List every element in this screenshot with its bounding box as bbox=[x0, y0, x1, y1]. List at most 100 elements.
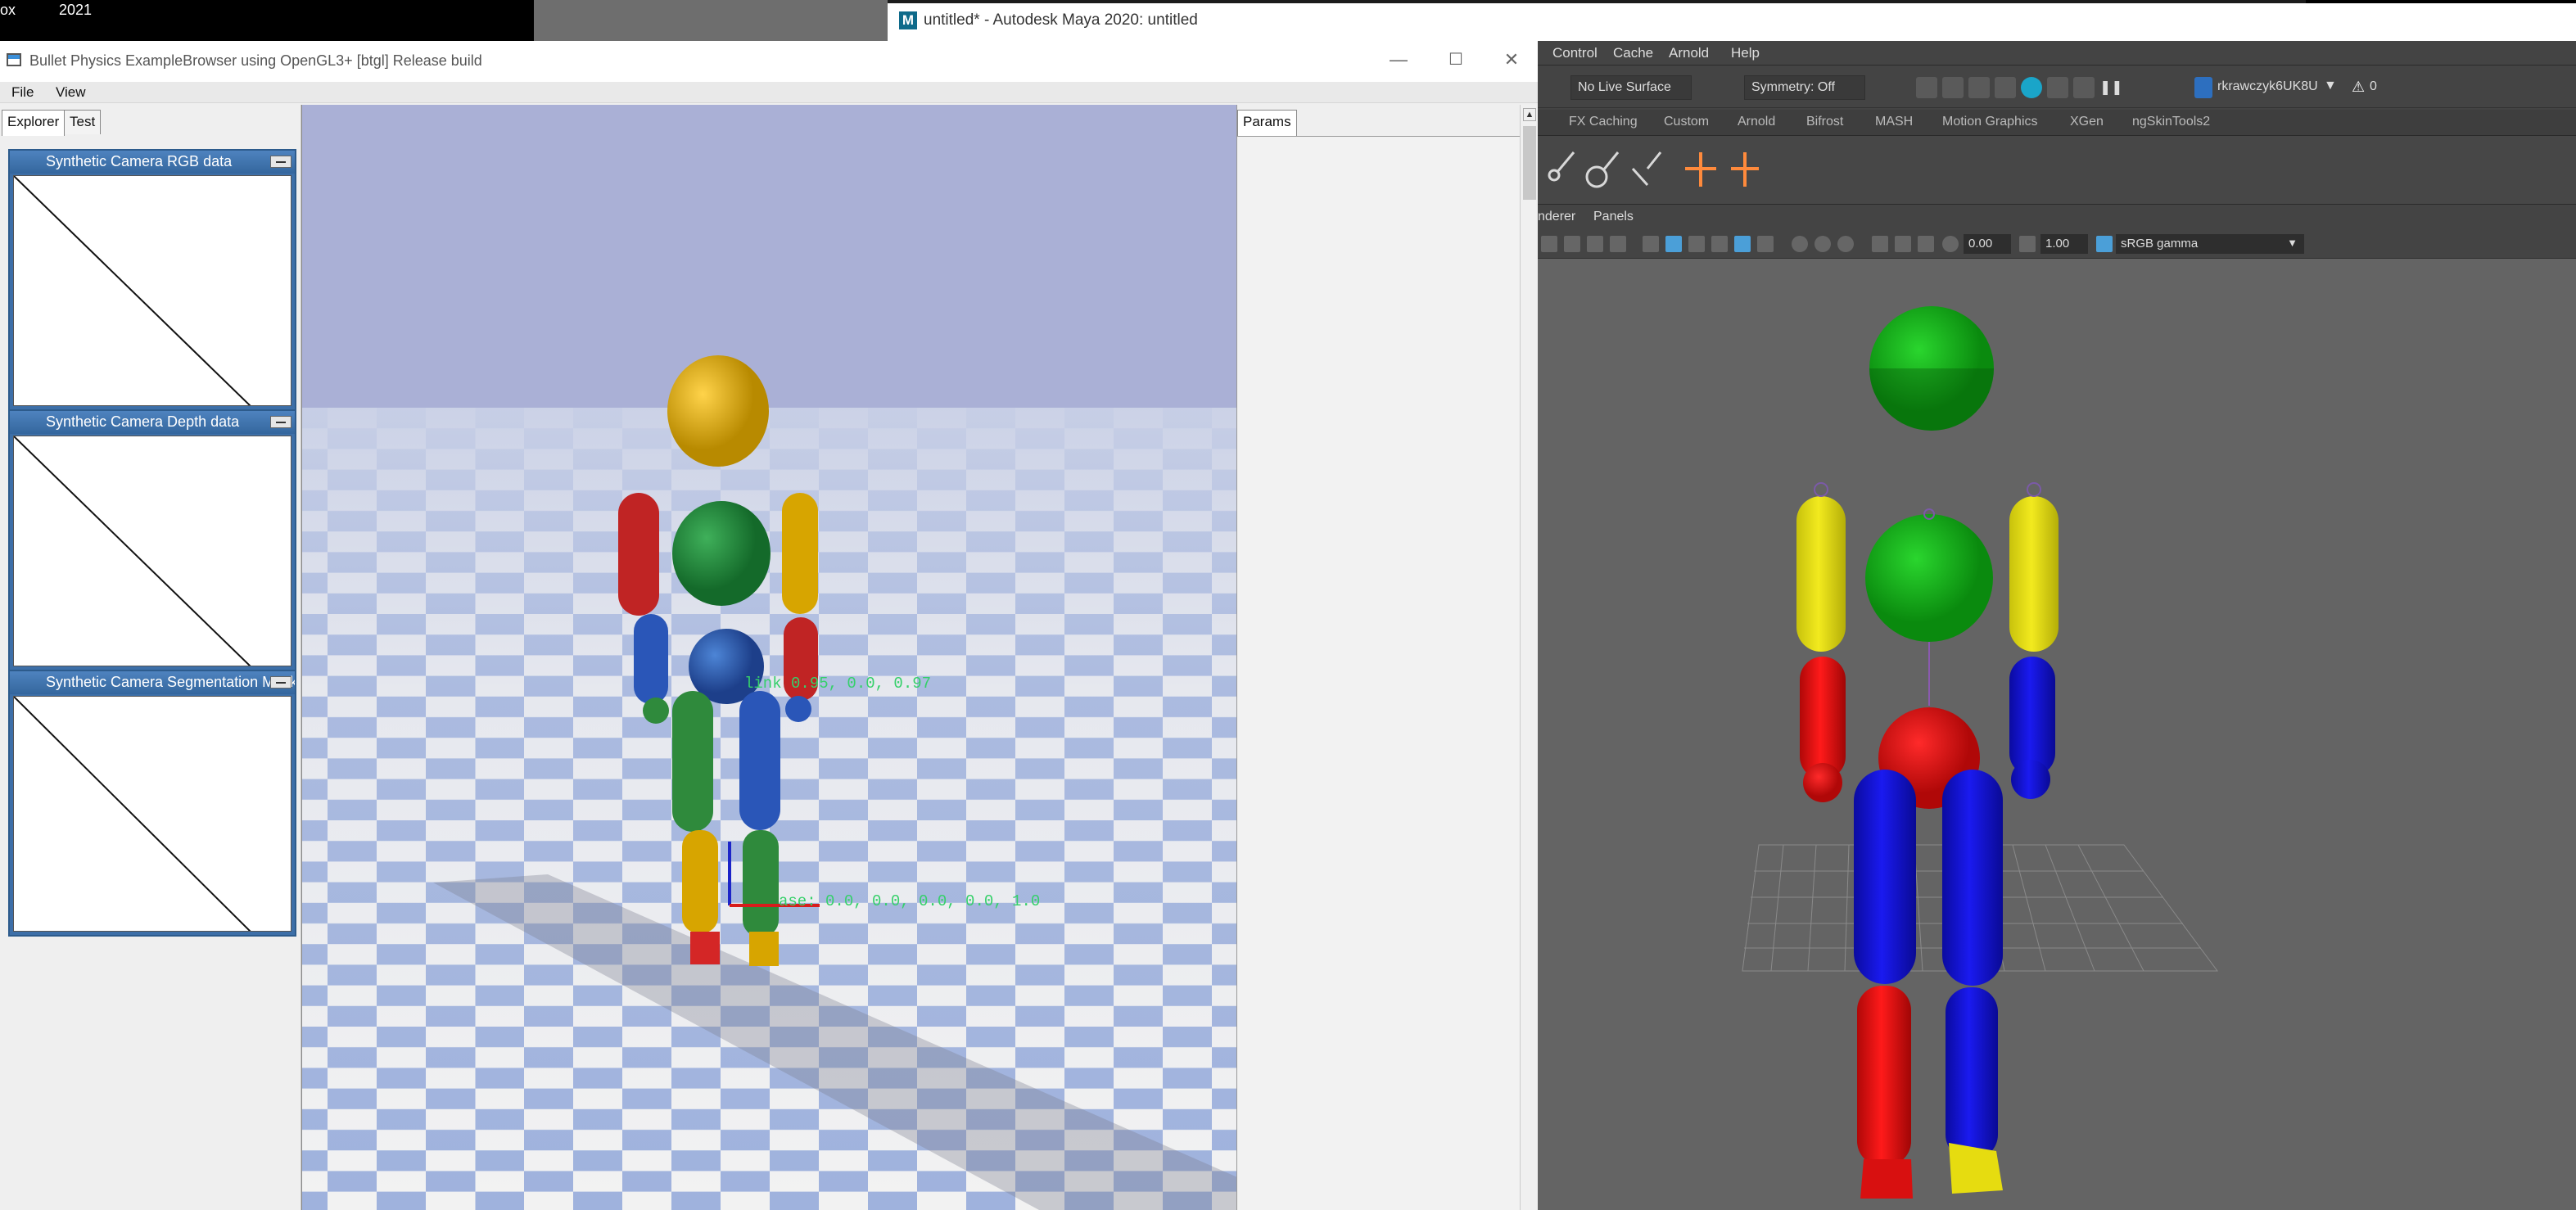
maya-logo-icon: M bbox=[899, 11, 917, 29]
exposure-icon[interactable] bbox=[1942, 236, 1959, 252]
camera-segmentation-view bbox=[13, 696, 291, 932]
minimize-panel-icon[interactable] bbox=[270, 676, 291, 689]
camera-depth-panel: Synthetic Camera Depth data bbox=[8, 409, 296, 671]
menu-help[interactable]: Help bbox=[1731, 45, 1760, 61]
camera-rgb-panel: Synthetic Camera RGB data bbox=[8, 149, 296, 411]
camera-rgb-label: Synthetic Camera RGB data bbox=[46, 153, 233, 169]
link-coordinate-label: link 0.95, 0.0, 0.97 bbox=[744, 675, 932, 693]
empty-image-placeholder bbox=[14, 436, 251, 666]
film-gate-icon[interactable] bbox=[1610, 236, 1626, 252]
vertical-scrollbar[interactable]: ▲ bbox=[1520, 105, 1538, 1210]
color-space-dropdown[interactable]: sRGB gamma ▼ bbox=[2116, 234, 2304, 254]
ipr-render-icon[interactable] bbox=[1968, 77, 1990, 98]
physics-viewport[interactable]: link 0.95, 0.0, 0.97 ase: 0.0, 0.0, 0.0,… bbox=[301, 105, 1236, 1210]
camera-depth-title[interactable]: Synthetic Camera Depth data bbox=[10, 411, 295, 434]
scroll-thumb[interactable] bbox=[1523, 126, 1536, 200]
shelf-tab-ngskintools2[interactable]: ngSkinTools2 bbox=[2132, 115, 2210, 129]
user-name[interactable]: rkrawczyk6UK8U bbox=[2217, 79, 2318, 94]
user-account-icon[interactable] bbox=[2194, 77, 2212, 98]
camera-attributes-icon[interactable] bbox=[1541, 236, 1557, 252]
shelf-tab-custom[interactable]: Custom bbox=[1664, 115, 1709, 129]
shelf-tab-arnold[interactable]: Arnold bbox=[1738, 115, 1775, 129]
maya-status-line: No Live Surface Symmetry: Off ❚❚ rkrawcz… bbox=[1538, 67, 2576, 108]
empty-image-placeholder bbox=[14, 697, 251, 931]
camera-segmentation-label: Synthetic Camera Segmentation Mask bbox=[46, 674, 295, 690]
sky bbox=[302, 105, 1236, 408]
xray-joints-icon[interactable] bbox=[1895, 236, 1911, 252]
ambient-occlusion-icon[interactable] bbox=[1814, 236, 1831, 252]
render-frame-icon[interactable] bbox=[1942, 77, 1964, 98]
taskbar-year: 2021 bbox=[59, 2, 93, 18]
background-strip bbox=[534, 0, 888, 41]
menu-panels[interactable]: Panels bbox=[1593, 210, 1634, 224]
shelf-tab-motion-graphics[interactable]: Motion Graphics bbox=[1942, 115, 2038, 129]
lighting-icon[interactable] bbox=[1757, 236, 1774, 252]
tab-explorer[interactable]: Explorer bbox=[2, 110, 66, 136]
params-panel: Params bbox=[1236, 105, 1520, 1210]
color-management-icon[interactable] bbox=[2096, 236, 2113, 252]
shelf-tabs: FX Caching Custom Arnold Bifrost MASH Mo… bbox=[1538, 110, 2576, 136]
bullet-title-bar[interactable]: Bullet Physics ExampleBrowser using Open… bbox=[0, 41, 1538, 82]
account-dropdown-icon[interactable]: ▼ bbox=[2324, 79, 2337, 93]
tab-test[interactable]: Test bbox=[64, 110, 102, 134]
viewport-panel-menu: nderer Panels bbox=[1538, 205, 2576, 229]
live-surface-field[interactable]: No Live Surface bbox=[1570, 75, 1692, 100]
tab-params[interactable]: Params bbox=[1237, 110, 1297, 136]
camera-rgb-view bbox=[13, 175, 291, 406]
menu-arnold[interactable]: Arnold bbox=[1669, 45, 1709, 61]
menu-file[interactable]: File bbox=[11, 84, 34, 101]
color-space-value: sRGB gamma bbox=[2121, 237, 2199, 251]
maya-window: Control Cache Arnold Help No Live Surfac… bbox=[1538, 41, 2576, 1210]
exposure-field[interactable]: 0.00 bbox=[1964, 234, 2011, 254]
chevron-down-icon: ▼ bbox=[2287, 237, 2298, 249]
xray-icon[interactable] bbox=[1734, 236, 1751, 252]
bullet-menu-bar: File View bbox=[0, 82, 1538, 103]
hypershade-icon[interactable] bbox=[2021, 77, 2042, 98]
render-settings-icon[interactable] bbox=[1995, 77, 2016, 98]
bullet-window-title: Bullet Physics ExampleBrowser using Open… bbox=[29, 52, 482, 69]
close-button[interactable]: ✕ bbox=[1495, 47, 1528, 72]
empty-image-placeholder bbox=[14, 176, 251, 405]
maximize-button[interactable]: ☐ bbox=[1439, 47, 1472, 72]
menu-control[interactable]: Control bbox=[1552, 45, 1598, 61]
camera-rgb-title[interactable]: Synthetic Camera RGB data bbox=[10, 151, 295, 174]
smooth-shade-icon[interactable] bbox=[1665, 236, 1682, 252]
grid-icon[interactable] bbox=[1564, 236, 1580, 252]
minimize-button[interactable]: — bbox=[1382, 47, 1415, 72]
menu-cache[interactable]: Cache bbox=[1613, 45, 1653, 61]
image-plane-icon[interactable] bbox=[1587, 236, 1603, 252]
camera-depth-label: Synthetic Camera Depth data bbox=[46, 413, 240, 430]
shadows-icon[interactable] bbox=[1792, 236, 1808, 252]
xray-active-icon[interactable] bbox=[1918, 236, 1934, 252]
viewport-toolbar: 0.00 1.00 sRGB gamma ▼ bbox=[1538, 229, 2576, 259]
menu-view[interactable]: View bbox=[56, 84, 86, 101]
scroll-up-icon[interactable]: ▲ bbox=[1523, 108, 1536, 121]
maya-window-title: untitled* - Autodesk Maya 2020: untitled bbox=[924, 11, 1198, 29]
motion-blur-icon[interactable] bbox=[1837, 236, 1854, 252]
wireframe-icon[interactable] bbox=[1643, 236, 1659, 252]
minimize-panel-icon[interactable] bbox=[270, 416, 291, 428]
camera-segmentation-title[interactable]: Synthetic Camera Segmentation Mask bbox=[10, 671, 295, 694]
minimize-panel-icon[interactable] bbox=[270, 156, 291, 168]
params-content bbox=[1237, 136, 1520, 1210]
maya-title-bar[interactable]: M untitled* - Autodesk Maya 2020: untitl… bbox=[888, 0, 2576, 41]
title-edge bbox=[2306, 0, 2576, 3]
gamma-icon[interactable] bbox=[2019, 236, 2036, 252]
shelf-tab-xgen[interactable]: XGen bbox=[2070, 115, 2104, 129]
light-editor-icon[interactable] bbox=[2073, 77, 2095, 98]
symmetry-dropdown[interactable]: Symmetry: Off bbox=[1744, 75, 1865, 100]
camera-segmentation-panel: Synthetic Camera Segmentation Mask bbox=[8, 670, 296, 937]
pause-icon[interactable]: ❚❚ bbox=[2099, 77, 2123, 98]
shelf-tab-mash[interactable]: MASH bbox=[1875, 115, 1913, 129]
open-render-view-icon[interactable] bbox=[1916, 77, 1937, 98]
shelf-tab-bifrost[interactable]: Bifrost bbox=[1806, 115, 1843, 129]
maya-viewport[interactable] bbox=[1538, 259, 2576, 1210]
textured-icon[interactable] bbox=[1711, 236, 1728, 252]
isolate-select-icon[interactable] bbox=[1872, 236, 1888, 252]
shelf-tab-fx-caching[interactable]: FX Caching bbox=[1569, 115, 1638, 129]
gamma-field[interactable]: 1.00 bbox=[2040, 234, 2088, 254]
render-setup-icon[interactable] bbox=[2047, 77, 2068, 98]
warning-icon[interactable]: ⚠ bbox=[2352, 79, 2365, 96]
default-material-icon[interactable] bbox=[1688, 236, 1705, 252]
menu-renderer[interactable]: nderer bbox=[1538, 210, 1575, 224]
